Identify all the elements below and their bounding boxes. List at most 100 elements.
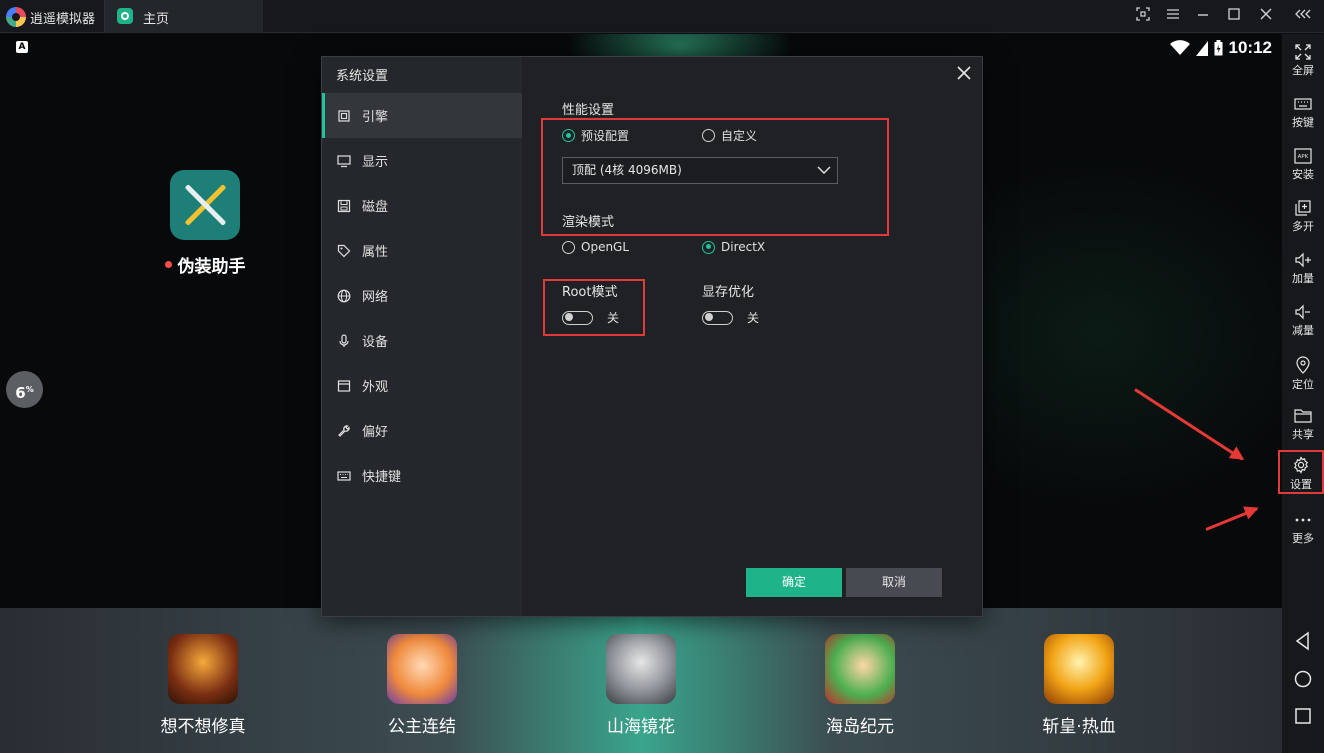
nav-item-appearance[interactable]: 外观 — [322, 363, 522, 408]
location-icon — [1296, 356, 1310, 374]
dock-app-label: 想不想修真 — [160, 717, 246, 737]
sidebar-label: 减量 — [1292, 324, 1314, 337]
collapse-icon[interactable] — [1292, 6, 1314, 28]
dropdown-value: 顶配 (4核 4096MB) — [572, 163, 682, 177]
chevron-down-icon — [817, 166, 831, 174]
nav-item-properties[interactable]: 属性 — [322, 228, 522, 273]
dock-app[interactable]: 想不想修真 — [143, 634, 263, 737]
radio-preset[interactable]: 预设配置 — [562, 127, 629, 144]
nav-label: 设备 — [362, 335, 389, 350]
back-icon[interactable] — [1293, 631, 1313, 651]
dock-app[interactable]: 公主连结 — [362, 634, 482, 737]
nav-item-device[interactable]: 设备 — [322, 318, 522, 363]
cpu-value: 6 — [15, 384, 26, 402]
monitor-icon — [337, 154, 351, 167]
close-icon[interactable] — [1255, 6, 1277, 28]
nav-item-display[interactable]: 显示 — [322, 138, 522, 183]
dock-app[interactable]: 山海镜花 — [581, 634, 701, 737]
sidebar-label: 加量 — [1292, 272, 1314, 285]
microphone-icon — [339, 333, 349, 347]
fullscreen-icon — [1295, 44, 1311, 60]
sidebar-label: 按键 — [1292, 116, 1314, 129]
home-tab-icon — [117, 8, 133, 24]
cpu-unit: % — [25, 385, 34, 394]
radio-custom[interactable]: 自定义 — [702, 127, 757, 144]
nav-item-engine[interactable]: 引擎 — [322, 93, 522, 138]
home-icon[interactable] — [1293, 669, 1313, 689]
radio-dot-unchecked — [702, 129, 715, 142]
minimize-icon[interactable] — [1192, 6, 1214, 28]
tag-icon — [337, 244, 351, 257]
nav-item-shortcuts[interactable]: 快捷键 — [322, 453, 522, 498]
settings-dialog: 系统设置 引擎 显示 磁盘 属性 网络 设备 外观 偏好 快捷键 性能设置 预设… — [321, 56, 983, 617]
disk-icon — [337, 199, 351, 212]
sidebar-item-location[interactable]: 定位 — [1282, 350, 1324, 400]
toggle-switch — [702, 310, 733, 325]
sidebar-item-multi-instance[interactable]: 多开 — [1282, 194, 1324, 244]
new-badge-dot — [164, 261, 172, 268]
nav-label: 偏好 — [362, 425, 389, 440]
dialog-close-icon[interactable] — [956, 65, 972, 81]
desktop-app-disguise-helper[interactable]: 伪装助手 — [150, 170, 260, 277]
sidebar-item-volume-up[interactable]: 加量 — [1282, 246, 1324, 296]
window-icon — [337, 379, 351, 392]
maximize-icon[interactable] — [1223, 6, 1245, 28]
radio-directx-label: DirectX — [721, 240, 766, 254]
sidebar-item-more[interactable]: 更多 — [1282, 506, 1324, 556]
app-logo-icon — [6, 7, 26, 27]
radio-preset-label: 预设配置 — [581, 129, 630, 143]
nav-label: 磁盘 — [362, 200, 389, 215]
dock-app[interactable]: 斩皇·热血 — [1019, 634, 1139, 737]
game-icon — [168, 634, 238, 704]
game-icon — [387, 634, 457, 704]
annotation-arrow — [1134, 388, 1244, 461]
confirm-button[interactable]: 确定 — [746, 568, 842, 597]
keyboard-icon — [337, 470, 351, 481]
radio-directx[interactable]: DirectX — [702, 240, 765, 254]
fullscreen-small-icon[interactable] — [1132, 6, 1154, 28]
game-icon — [825, 634, 895, 704]
render-mode-title: 渲染模式 — [562, 215, 615, 230]
recents-icon[interactable] — [1293, 706, 1313, 726]
sidebar-label: 安装 — [1292, 168, 1314, 181]
cpu-usage-badge[interactable]: 6% — [6, 371, 43, 408]
nav-item-preferences[interactable]: 偏好 — [322, 408, 522, 453]
tab-home[interactable]: 主页 — [104, 0, 263, 33]
sidebar-label: 全屏 — [1292, 64, 1314, 77]
nav-item-disk[interactable]: 磁盘 — [322, 183, 522, 228]
nav-label: 快捷键 — [362, 470, 402, 485]
folder-icon — [1294, 409, 1312, 423]
radio-opengl[interactable]: OpenGL — [562, 240, 629, 254]
apk-icon: APK — [1294, 148, 1312, 164]
desktop-app-label: 伪装助手 — [177, 257, 246, 277]
cancel-button[interactable]: 取消 — [846, 568, 942, 597]
nav-label: 属性 — [362, 245, 389, 260]
menu-icon[interactable] — [1162, 6, 1184, 28]
root-mode-title: Root模式 — [562, 285, 618, 300]
battery-icon — [1214, 40, 1223, 56]
radio-dot-unchecked — [562, 240, 575, 254]
more-icon — [1295, 518, 1311, 522]
keyboard-icon — [1294, 98, 1312, 110]
sidebar-item-keymap[interactable]: 按键 — [1282, 90, 1324, 140]
performance-dropdown[interactable]: 顶配 (4核 4096MB) — [562, 157, 838, 184]
nav-label: 引擎 — [362, 110, 389, 125]
nav-label: 显示 — [362, 155, 389, 170]
dock-app-label: 山海镜花 — [607, 717, 675, 737]
sidebar-item-settings[interactable]: 设置 — [1278, 450, 1324, 494]
right-toolbar: 全屏 按键 APK 安装 多开 加量 减量 定位 共享 设置 更多 — [1278, 34, 1324, 753]
radio-dot-checked — [702, 240, 715, 254]
root-toggle[interactable]: 关 — [562, 309, 619, 326]
sidebar-item-share[interactable]: 共享 — [1282, 402, 1324, 452]
sidebar-item-fullscreen[interactable]: 全屏 — [1282, 38, 1324, 88]
radio-dot-checked — [562, 129, 575, 142]
vram-toggle[interactable]: 关 — [702, 309, 759, 326]
dock-app-label: 公主连结 — [388, 717, 456, 737]
wifi-icon — [1169, 40, 1190, 55]
sidebar-item-install[interactable]: APK 安装 — [1282, 142, 1324, 192]
nav-item-network[interactable]: 网络 — [322, 273, 522, 318]
dock-app[interactable]: 海岛纪元 — [800, 634, 920, 737]
radio-custom-label: 自定义 — [721, 129, 758, 143]
status-bar-right: 10:12 — [1169, 36, 1272, 60]
sidebar-item-volume-down[interactable]: 减量 — [1282, 298, 1324, 348]
